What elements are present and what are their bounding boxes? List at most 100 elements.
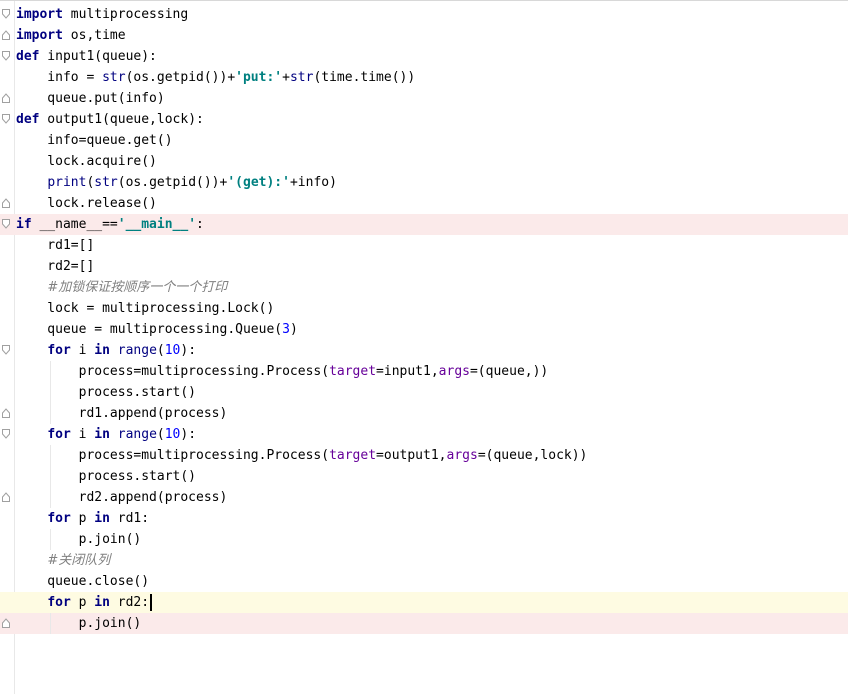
code-editor[interactable]: import multiprocessing import os,time def … bbox=[0, 0, 848, 694]
code-text[interactable]: queue.put(info) bbox=[16, 88, 164, 109]
code-lines[interactable]: import multiprocessing import os,time def … bbox=[0, 4, 848, 634]
code-line[interactable]: process=multiprocessing.Process(target=i… bbox=[0, 361, 848, 382]
number-token: 3 bbox=[282, 322, 290, 337]
code-text[interactable]: def output1(queue,lock): bbox=[16, 109, 204, 130]
code-line[interactable]: #关闭队列 bbox=[0, 550, 848, 571]
keyword-token: in bbox=[94, 343, 110, 358]
code-text[interactable]: queue.close() bbox=[16, 571, 149, 592]
text-cursor bbox=[150, 594, 153, 611]
code-line[interactable]: info = str(os.getpid())+'put:'+str(time.… bbox=[0, 67, 848, 88]
code-line[interactable]: rd1=[] bbox=[0, 235, 848, 256]
code-line[interactable]: import multiprocessing bbox=[0, 4, 848, 25]
code-text[interactable]: if __name__=='__main__': bbox=[16, 214, 204, 235]
code-token: lock.release() bbox=[16, 196, 157, 211]
code-token: ): bbox=[180, 427, 197, 442]
code-text[interactable]: p.join() bbox=[16, 529, 142, 550]
code-text[interactable]: def input1(queue): bbox=[16, 46, 157, 67]
code-text[interactable]: rd1.append(process) bbox=[16, 403, 228, 424]
code-text[interactable]: print(str(os.getpid())+'(get):'+info) bbox=[16, 172, 337, 193]
code-token: p bbox=[70, 511, 95, 526]
code-text[interactable]: #加锁保证按顺序一个一个打印 bbox=[16, 277, 227, 298]
code-token: rd1: bbox=[109, 511, 150, 526]
fold-open-icon[interactable] bbox=[2, 51, 10, 61]
string-token: '__main__' bbox=[117, 217, 197, 232]
code-line[interactable]: lock.release() bbox=[0, 193, 848, 214]
fold-end-icon[interactable] bbox=[2, 618, 10, 628]
code-token: output1(queue,lock): bbox=[39, 112, 204, 127]
code-token: =output1, bbox=[376, 448, 447, 463]
code-text[interactable]: info = str(os.getpid())+'put:'+str(time.… bbox=[16, 67, 415, 88]
code-token: : bbox=[196, 217, 204, 232]
code-line[interactable]: process.start() bbox=[0, 382, 848, 403]
code-line[interactable]: #加锁保证按顺序一个一个打印 bbox=[0, 277, 848, 298]
fold-open-icon[interactable] bbox=[2, 9, 10, 19]
builtin-token: str bbox=[102, 70, 126, 85]
keyword-token: for bbox=[47, 343, 71, 358]
code-text[interactable]: for p in rd2: bbox=[16, 592, 153, 613]
code-token: process=multiprocessing.Process( bbox=[16, 448, 330, 463]
keyword-token: import bbox=[16, 7, 63, 22]
code-text[interactable]: process.start() bbox=[16, 466, 196, 487]
code-text[interactable]: for i in range(10): bbox=[16, 340, 196, 361]
code-line[interactable]: for i in range(10): bbox=[0, 424, 848, 445]
builtin-token: print bbox=[47, 175, 87, 190]
code-text[interactable]: lock = multiprocessing.Lock() bbox=[16, 298, 274, 319]
fold-open-icon[interactable] bbox=[2, 219, 10, 229]
code-text[interactable]: rd2=[] bbox=[16, 256, 94, 277]
code-line[interactable]: rd2=[] bbox=[0, 256, 848, 277]
code-line[interactable]: queue.close() bbox=[0, 571, 848, 592]
code-text[interactable]: rd2.append(process) bbox=[16, 487, 228, 508]
code-line[interactable]: lock.acquire() bbox=[0, 151, 848, 172]
code-line[interactable]: rd1.append(process) bbox=[0, 403, 848, 424]
code-text[interactable]: rd1=[] bbox=[16, 235, 94, 256]
code-token: =(queue,lock)) bbox=[477, 448, 588, 463]
fold-end-icon[interactable] bbox=[2, 93, 10, 103]
code-text[interactable]: process.start() bbox=[16, 382, 196, 403]
code-line[interactable]: queue.put(info) bbox=[0, 88, 848, 109]
code-line[interactable]: p.join() bbox=[0, 529, 848, 550]
code-text[interactable]: import multiprocessing bbox=[16, 4, 188, 25]
code-line[interactable]: import os,time bbox=[0, 25, 848, 46]
fold-end-icon[interactable] bbox=[2, 408, 10, 418]
code-line[interactable]: def output1(queue,lock): bbox=[0, 109, 848, 130]
keyword-token: for bbox=[47, 595, 71, 610]
code-text[interactable]: lock.acquire() bbox=[16, 151, 157, 172]
code-token: process=multiprocessing.Process( bbox=[16, 364, 330, 379]
code-text[interactable]: for i in range(10): bbox=[16, 424, 196, 445]
code-line[interactable]: lock = multiprocessing.Lock() bbox=[0, 298, 848, 319]
code-line[interactable]: for p in rd2: bbox=[0, 592, 848, 613]
code-line[interactable]: p.join() bbox=[0, 613, 848, 634]
code-text[interactable]: process=multiprocessing.Process(target=i… bbox=[16, 361, 549, 382]
code-line[interactable]: queue = multiprocessing.Queue(3) bbox=[0, 319, 848, 340]
code-line[interactable]: for i in range(10): bbox=[0, 340, 848, 361]
code-text[interactable]: process=multiprocessing.Process(target=o… bbox=[16, 445, 588, 466]
code-line[interactable]: for p in rd1: bbox=[0, 508, 848, 529]
code-line[interactable]: print(str(os.getpid())+'(get):'+info) bbox=[0, 172, 848, 193]
code-text[interactable]: import os,time bbox=[16, 25, 126, 46]
fold-end-icon[interactable] bbox=[2, 198, 10, 208]
code-line[interactable]: info=queue.get() bbox=[0, 130, 848, 151]
code-text[interactable]: #关闭队列 bbox=[16, 550, 110, 571]
code-token: =(queue,)) bbox=[469, 364, 549, 379]
fold-end-icon[interactable] bbox=[2, 492, 10, 502]
code-text[interactable]: info=queue.get() bbox=[16, 130, 172, 151]
code-token: i bbox=[70, 343, 95, 358]
code-text[interactable]: lock.release() bbox=[16, 193, 157, 214]
code-line[interactable]: rd2.append(process) bbox=[0, 487, 848, 508]
keyword-token: import bbox=[16, 28, 63, 43]
code-line[interactable]: if __name__=='__main__': bbox=[0, 214, 848, 235]
code-line[interactable]: process=multiprocessing.Process(target=o… bbox=[0, 445, 848, 466]
fold-open-icon[interactable] bbox=[2, 114, 10, 124]
code-line[interactable]: def input1(queue): bbox=[0, 46, 848, 67]
fold-open-icon[interactable] bbox=[2, 429, 10, 439]
keyword-argument-token: target bbox=[329, 364, 377, 379]
code-token: __name__== bbox=[31, 217, 118, 232]
code-line[interactable]: process.start() bbox=[0, 466, 848, 487]
code-text[interactable]: p.join() bbox=[16, 613, 142, 634]
fold-end-icon[interactable] bbox=[2, 30, 10, 40]
fold-open-icon[interactable] bbox=[2, 345, 10, 355]
code-text[interactable]: queue = multiprocessing.Queue(3) bbox=[16, 319, 297, 340]
code-text[interactable]: for p in rd1: bbox=[16, 508, 149, 529]
